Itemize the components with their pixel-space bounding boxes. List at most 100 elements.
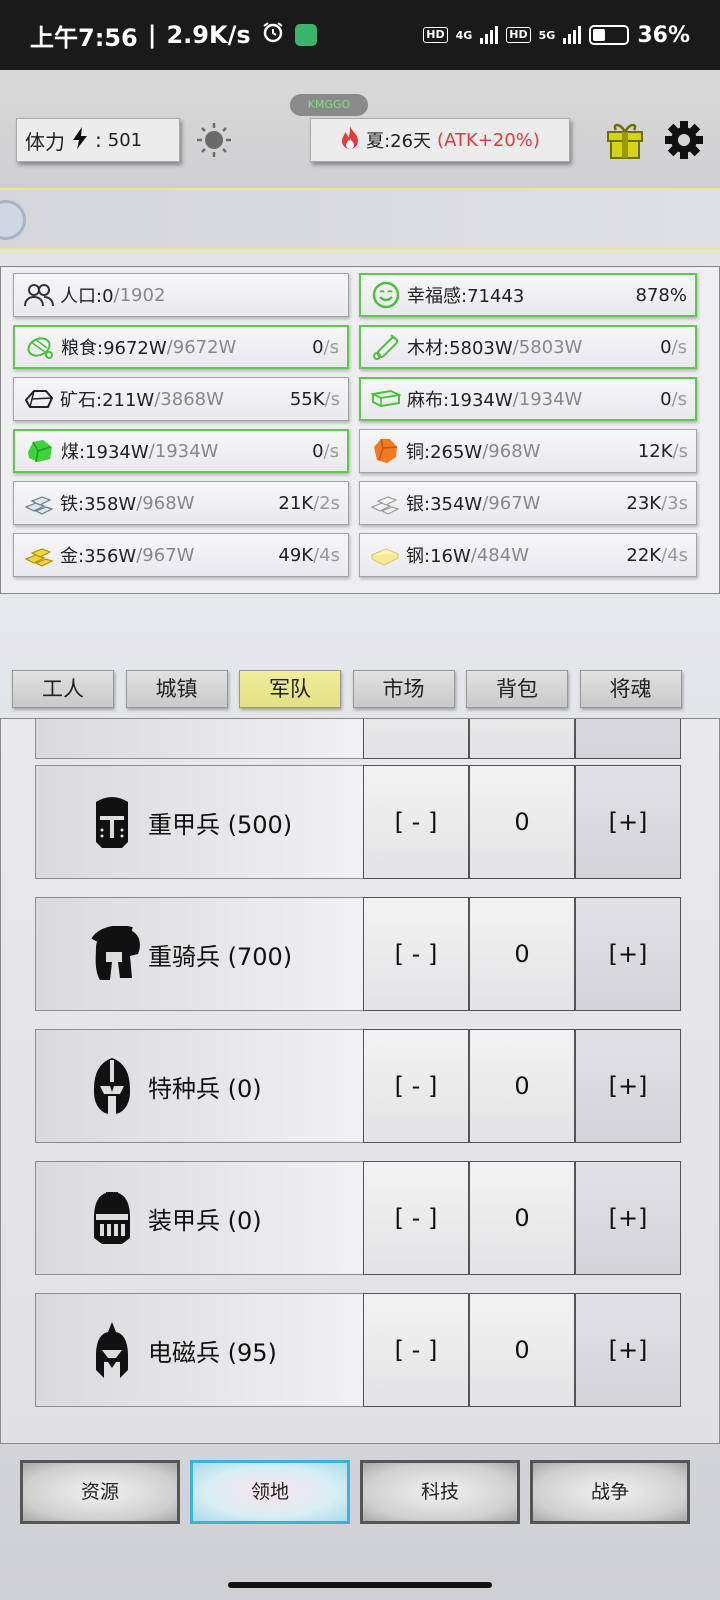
resource-cell[interactable]: 煤:1934W/1934W 0/s (13, 429, 349, 473)
decrease-button[interactable]: [ - ] (363, 897, 469, 1011)
tab-2[interactable]: 军队 (239, 670, 341, 708)
decrease-button[interactable]: [ - ] (363, 765, 469, 879)
home-indicator[interactable] (228, 1582, 492, 1588)
rate-value: 12K (637, 440, 673, 462)
resource-capacity: /1934W (148, 440, 219, 462)
decrease-button[interactable]: [ - ] (363, 1293, 469, 1407)
troop-row: 电磁兵 (95) [ - ] 0 [+] (35, 1293, 681, 1407)
nav-button-3[interactable]: 战争 (530, 1460, 690, 1524)
resource-cell[interactable]: 粮食:9672W/9672W 0/s (13, 325, 349, 369)
rate-period: /s (324, 388, 340, 410)
lightning-icon (71, 126, 89, 154)
nav-button-2[interactable]: 科技 (360, 1460, 520, 1524)
resource-cell[interactable]: 麻布:1934W/1934W 0/s (359, 377, 697, 421)
resource-amount: 幸福感:71443 (407, 286, 525, 307)
increase-button[interactable]: [+] (575, 1029, 681, 1143)
resource-rate: 49K/4s (278, 545, 340, 566)
resource-rate: 22K/4s (626, 545, 688, 566)
crested-helm-icon (90, 925, 140, 982)
resource-capacity: /484W (470, 544, 529, 566)
alarm-icon (261, 20, 285, 50)
resource-capacity: /3868W (154, 388, 224, 410)
version-pill: KMGGO (290, 94, 368, 116)
troop-info: 特种兵 (0) (35, 1029, 365, 1143)
resource-amount: 煤:1934W (61, 442, 149, 463)
rate-value: 0 (660, 388, 672, 410)
resource-amount: 铁:358W (60, 494, 137, 515)
battery-level: 36% (637, 22, 690, 48)
nav-button-0[interactable]: 资源 (20, 1460, 180, 1524)
stamina-label: 体力 (25, 129, 65, 154)
troop-list[interactable]: 重甲兵 (500)[ - ] 0 [+] 重骑兵 (700)[ - ] 0 [+] 特种兵 … (0, 718, 720, 1444)
population-icon (24, 280, 54, 310)
troop-label: 特种兵 (0) (148, 1074, 262, 1103)
top-bar: KMGGO 体力 : 501 夏:26天 (ATK+20%) (0, 70, 720, 188)
resource-capacity: /9672W (166, 336, 237, 358)
increase-button[interactable]: [+] (575, 897, 681, 1011)
network-4g-label: 4G (455, 28, 473, 42)
decrease-button[interactable]: [ - ] (363, 1161, 469, 1275)
rate-period: /s (323, 336, 339, 358)
resource-cell[interactable]: 钢:16W/484W 22K/4s (359, 533, 697, 577)
increase-button[interactable]: [+] (575, 1161, 681, 1275)
rate-value: 0 (660, 336, 672, 358)
tab-1[interactable]: 城镇 (125, 670, 228, 708)
tab-5[interactable]: 将魂 (579, 670, 682, 708)
troop-row: 特种兵 (0) [ - ] 0 [+] (35, 1029, 681, 1143)
spartan-helm-icon (90, 1058, 134, 1114)
avatar-badge-icon[interactable] (0, 200, 26, 240)
resource-rate: 12K/s (638, 441, 688, 462)
rate-value: 21K (278, 492, 314, 514)
resource-capacity: /968W (482, 440, 541, 462)
hd-icon-2: HD (506, 27, 531, 43)
rate-period: /s (671, 336, 687, 358)
resource-capacity: /5803W (512, 336, 583, 358)
settings-gear-icon[interactable] (664, 120, 704, 160)
linen-icon (371, 384, 401, 414)
sun-icon[interactable] (196, 122, 232, 158)
resource-amount: 麻布:1934W (407, 390, 513, 411)
troop-info: 重甲兵 (500) (35, 765, 365, 879)
resource-capacity: /1902 (113, 284, 166, 306)
rate-value: 49K (278, 544, 314, 566)
resource-rate: 55K/s (290, 389, 340, 410)
signal-icon (480, 26, 499, 44)
troop-row: 重骑兵 (700) [ - ] 0 [+] (35, 897, 681, 1011)
resource-rate: 0/s (312, 337, 339, 358)
coal-icon (25, 436, 55, 466)
resource-amount: 人口:0 (60, 286, 114, 307)
resource-cell[interactable]: 铁:358W/968W 21K/2s (13, 481, 349, 525)
category-tabs: 工人 城镇 军队 市场 背包 将魂 (12, 670, 708, 708)
troop-count: 0 (469, 897, 575, 1011)
increase-button[interactable]: [+] (575, 765, 681, 879)
gift-icon[interactable] (606, 120, 644, 160)
partial-minus-button[interactable] (363, 719, 469, 759)
tab-0[interactable]: 工人 (12, 670, 114, 708)
troop-count: 0 (469, 1293, 575, 1407)
tab-4[interactable]: 背包 (466, 670, 568, 708)
resource-cell[interactable]: 金:356W/967W 49K/4s (13, 533, 349, 577)
troop-count: 0 (469, 1161, 575, 1275)
status-bar: 上午7:56 | 2.9K/s HD 4G HD 5G 36% (0, 0, 720, 70)
increase-button[interactable]: [+] (575, 1293, 681, 1407)
resource-cell[interactable]: 木材:5803W/5803W 0/s (359, 325, 697, 369)
rate-period: /4s (661, 544, 688, 566)
resource-cell[interactable]: 人口:0/1902 (13, 273, 349, 317)
copper-icon (370, 436, 400, 466)
troop-label: 重骑兵 (700) (148, 942, 293, 971)
partial-plus-button[interactable] (575, 719, 681, 759)
rate-value: 0 (312, 440, 324, 462)
decrease-button[interactable]: [ - ] (363, 1029, 469, 1143)
nav-button-1[interactable]: 领地 (190, 1460, 350, 1524)
resource-cell[interactable]: 银:354W/967W 23K/3s (359, 481, 697, 525)
resource-cell[interactable]: 矿石:211W/3868W 55K/s (13, 377, 349, 421)
smile-icon (371, 280, 401, 310)
rate-period: /2s (313, 492, 340, 514)
resource-rate: 0/s (312, 441, 339, 462)
resource-cell[interactable]: 铜:265W/968W 12K/s (359, 429, 697, 473)
resource-cell[interactable]: 幸福感:71443 878% (359, 273, 697, 317)
tab-3[interactable]: 市场 (352, 670, 455, 708)
troop-info: 重骑兵 (700) (35, 897, 365, 1011)
plumed-helm-icon (90, 1322, 134, 1378)
troop-row: 重甲兵 (500) [ - ] 0 [+] (35, 765, 681, 879)
